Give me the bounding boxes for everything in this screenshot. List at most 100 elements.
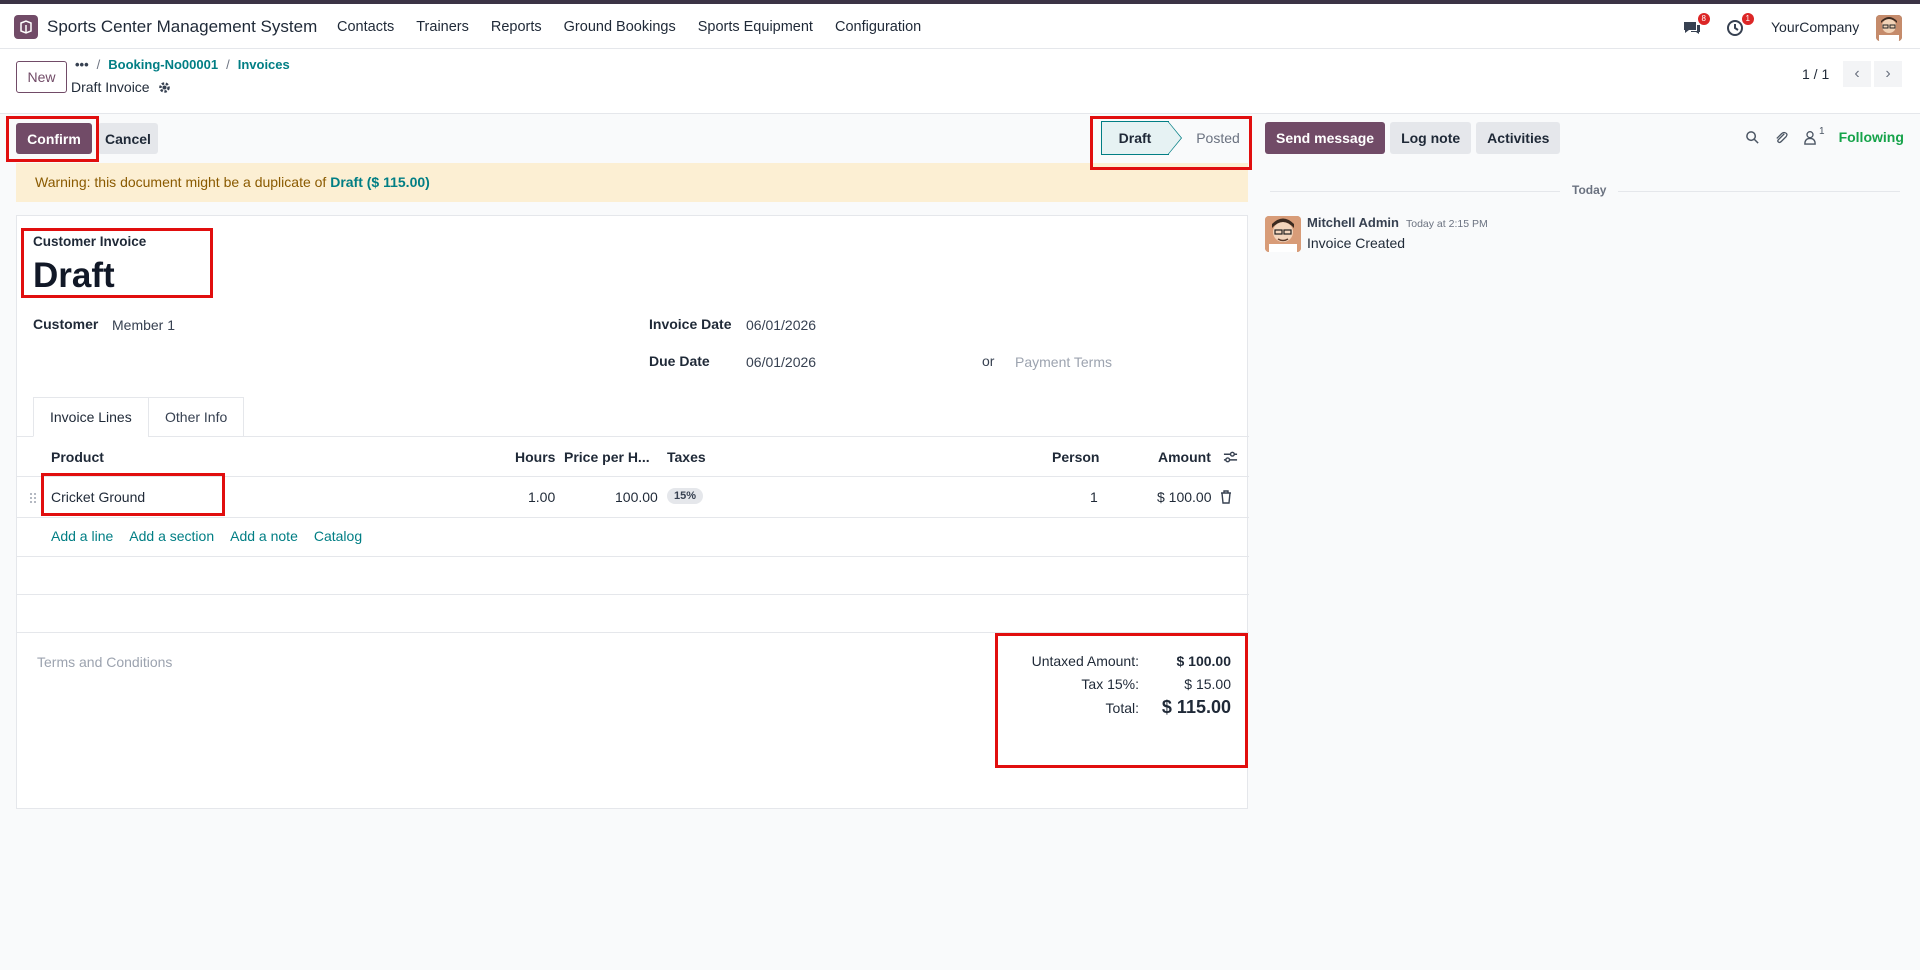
search-icon[interactable] [1745,130,1760,145]
table-row[interactable]: Cricket Ground 1.00 100.00 15% 1 $ 100.0… [17,477,1249,518]
chatter-date-separator: Today [1270,183,1900,197]
confirm-button[interactable]: Confirm [16,123,92,154]
send-message-button[interactable]: Send message [1265,122,1386,154]
line-actions: Add a line Add a section Add a note Cata… [51,528,362,544]
menu-configuration[interactable]: Configuration [835,19,921,35]
breadcrumb-separator: / [226,57,230,72]
customer-field[interactable]: Member 1 [112,317,175,333]
line-tax-tag[interactable]: 15% [667,488,704,504]
pager-next-button[interactable]: › [1874,61,1902,87]
messages-badge: 8 [1697,13,1710,25]
company-switcher[interactable]: YourCompany [1771,19,1859,35]
invoice-date-field[interactable]: 06/01/2026 [746,317,816,333]
customer-label: Customer [33,316,99,332]
line-product[interactable]: Cricket Ground [51,489,145,505]
chatter-topbar: Send message Log note Activities [1265,122,1561,154]
pager-previous-button[interactable]: ‹ [1843,61,1871,87]
or-label: or [982,353,995,369]
column-settings-icon[interactable] [1223,450,1238,464]
menu-trainers[interactable]: Trainers [416,19,469,35]
invoice-date-label: Invoice Date [649,316,732,332]
table-divider [17,594,1249,595]
tab-invoice-lines[interactable]: Invoice Lines [33,397,149,437]
activities-icon[interactable]: 1 [1726,13,1754,37]
cancel-button[interactable]: Cancel [98,123,158,154]
table-divider [17,632,1249,633]
col-taxes[interactable]: Taxes [667,449,706,465]
pager-value[interactable]: 1 / 1 [1802,66,1829,82]
messages-icon[interactable]: 8 [1682,13,1710,37]
followers-count: 1 [1819,125,1825,137]
message-author[interactable]: Mitchell Admin [1307,215,1399,230]
top-menu: Contacts Trainers Reports Ground Booking… [337,19,943,35]
new-button[interactable]: New [16,61,67,93]
col-person[interactable]: Person [1052,449,1099,465]
total-label: Total: [1105,700,1139,716]
trash-icon[interactable] [1220,490,1232,504]
duplicate-link[interactable]: Draft ($ 115.00) [330,174,430,190]
chevron-left-icon: ‹ [1854,65,1860,82]
form-statusbar: Confirm Cancel Draft Posted [0,115,1920,165]
menu-ground-bookings[interactable]: Ground Bookings [564,19,676,35]
terms-and-conditions-field[interactable]: Terms and Conditions [37,654,172,670]
stage-arrow-fill [1168,122,1181,154]
col-hours[interactable]: Hours [515,449,555,465]
following-button[interactable]: Following [1839,129,1904,145]
tax-value: $ 15.00 [1184,676,1231,692]
log-note-button[interactable]: Log note [1390,122,1472,154]
breadcrumb-more-icon[interactable]: ••• [75,57,89,72]
add-section-link[interactable]: Add a section [129,528,214,544]
payment-terms-field[interactable]: Payment Terms [1015,354,1112,370]
breadcrumb: ••• / Booking-No00001 / Invoices [75,57,290,72]
lines-table-header: Product Hours Price per H... Taxes Perso… [17,437,1249,477]
due-date-label: Due Date [649,353,710,369]
breadcrumb-separator: / [96,57,101,72]
user-icon [1804,130,1816,145]
message-author-avatar[interactable] [1265,216,1301,252]
chevron-right-icon: › [1885,65,1891,82]
line-person[interactable]: 1 [1090,489,1098,505]
tax-label: Tax 15%: [1081,676,1139,692]
untaxed-label: Untaxed Amount: [1031,653,1139,669]
line-amount: $ 100.00 [1157,489,1212,505]
invoice-form-sheet: Customer Invoice Draft Customer Member 1… [16,215,1249,809]
stage-draft[interactable]: Draft [1101,121,1169,155]
col-amount[interactable]: Amount [1158,449,1211,465]
tab-other-info[interactable]: Other Info [148,397,245,437]
menu-sports-equipment[interactable]: Sports Equipment [698,19,813,35]
table-divider [17,556,1249,557]
line-hours[interactable]: 1.00 [528,489,555,505]
due-date-field[interactable]: 06/01/2026 [746,354,816,370]
drag-handle-icon[interactable] [29,492,37,504]
untaxed-value: $ 100.00 [1176,653,1232,669]
add-note-link[interactable]: Add a note [230,528,298,544]
message-time: Today at 2:15 PM [1406,218,1488,230]
breadcrumb-booking[interactable]: Booking-No00001 [108,57,218,72]
invoice-type: Customer Invoice [33,234,147,249]
record-title: Draft Invoice [71,79,171,95]
record-title-text: Draft Invoice [71,79,150,95]
chatter-date-label: Today [1560,183,1619,197]
user-avatar[interactable] [1876,15,1902,41]
paperclip-icon[interactable] [1774,130,1789,145]
menu-reports[interactable]: Reports [491,19,542,35]
stage-posted[interactable]: Posted [1183,121,1253,155]
message-body: Invoice Created [1307,235,1406,251]
gear-icon[interactable] [158,81,171,94]
add-line-link[interactable]: Add a line [51,528,113,544]
line-price[interactable]: 100.00 [615,489,658,505]
col-product[interactable]: Product [51,449,104,465]
app-menu-icon[interactable] [14,15,38,39]
breadcrumb-invoices[interactable]: Invoices [238,57,290,72]
activities-badge: 1 [1741,13,1754,25]
activities-button[interactable]: Activities [1476,122,1561,154]
menu-contacts[interactable]: Contacts [337,19,394,35]
duplicate-warning: Warning: this document might be a duplic… [16,163,1248,202]
warning-text: Warning: this document might be a duplic… [35,174,327,190]
invoice-name: Draft [33,256,115,295]
followers-button[interactable]: 1 [1803,126,1825,145]
chatter-tools: 1 Following [1745,126,1904,145]
col-price[interactable]: Price per H... [564,449,650,465]
catalog-link[interactable]: Catalog [314,528,362,544]
app-name[interactable]: Sports Center Management System [47,17,317,37]
